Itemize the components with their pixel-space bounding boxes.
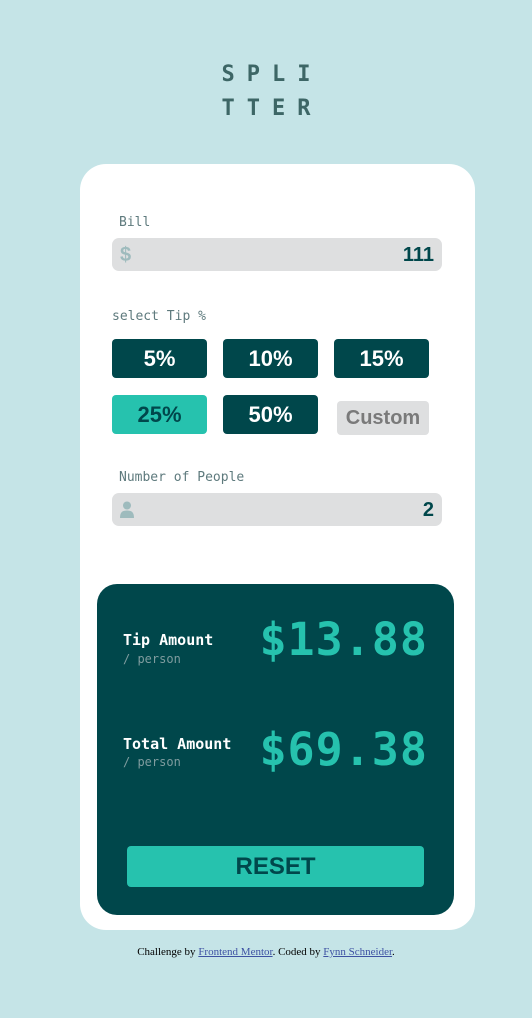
result-panel: Tip Amount / person $13.88 Total Amount …	[97, 584, 454, 915]
people-input-value[interactable]: 2	[423, 499, 434, 521]
attribution-middle: . Coded by	[272, 946, 321, 958]
tip-button-25[interactable]: 25%	[112, 395, 207, 434]
attribution-prefix: Challenge by	[137, 946, 196, 958]
app-logo: SPLI TTER	[0, 58, 532, 126]
attribution: Challenge by Frontend Mentor. Coded by F…	[0, 945, 532, 959]
logo-line-2: TTER	[221, 96, 323, 121]
tip-amount-value: $13.88	[259, 613, 428, 666]
reset-button[interactable]: RESET	[127, 846, 424, 887]
bill-label: Bill	[119, 215, 151, 230]
calculator-card: Bill $ 111 select Tip % 5% 10% 15% 25% 5…	[80, 164, 475, 930]
tip-amount-title: Tip Amount	[123, 631, 214, 649]
author-link[interactable]: Fynn Schneider	[323, 946, 392, 958]
bill-input-value[interactable]: 111	[403, 244, 434, 266]
tip-amount-per-person: / person	[123, 652, 181, 666]
bill-input[interactable]: $ 111	[112, 238, 442, 271]
tip-label: select Tip %	[112, 309, 206, 324]
attribution-suffix: .	[392, 946, 395, 958]
tip-button-15[interactable]: 15%	[334, 339, 429, 378]
logo-line-1: SPLI	[221, 62, 323, 87]
total-amount-title: Total Amount	[123, 735, 232, 753]
total-amount-per-person: / person	[123, 755, 181, 769]
tip-custom-input[interactable]: Custom	[337, 401, 429, 435]
tip-button-10[interactable]: 10%	[223, 339, 318, 378]
total-amount-value: $69.38	[259, 723, 428, 776]
frontend-mentor-link[interactable]: Frontend Mentor	[198, 946, 272, 958]
dollar-icon: $	[120, 244, 132, 266]
tip-button-50[interactable]: 50%	[223, 395, 318, 434]
people-label: Number of People	[119, 470, 245, 485]
people-input[interactable]: 2	[112, 493, 442, 526]
tip-button-5[interactable]: 5%	[112, 339, 207, 378]
person-icon	[120, 501, 134, 518]
